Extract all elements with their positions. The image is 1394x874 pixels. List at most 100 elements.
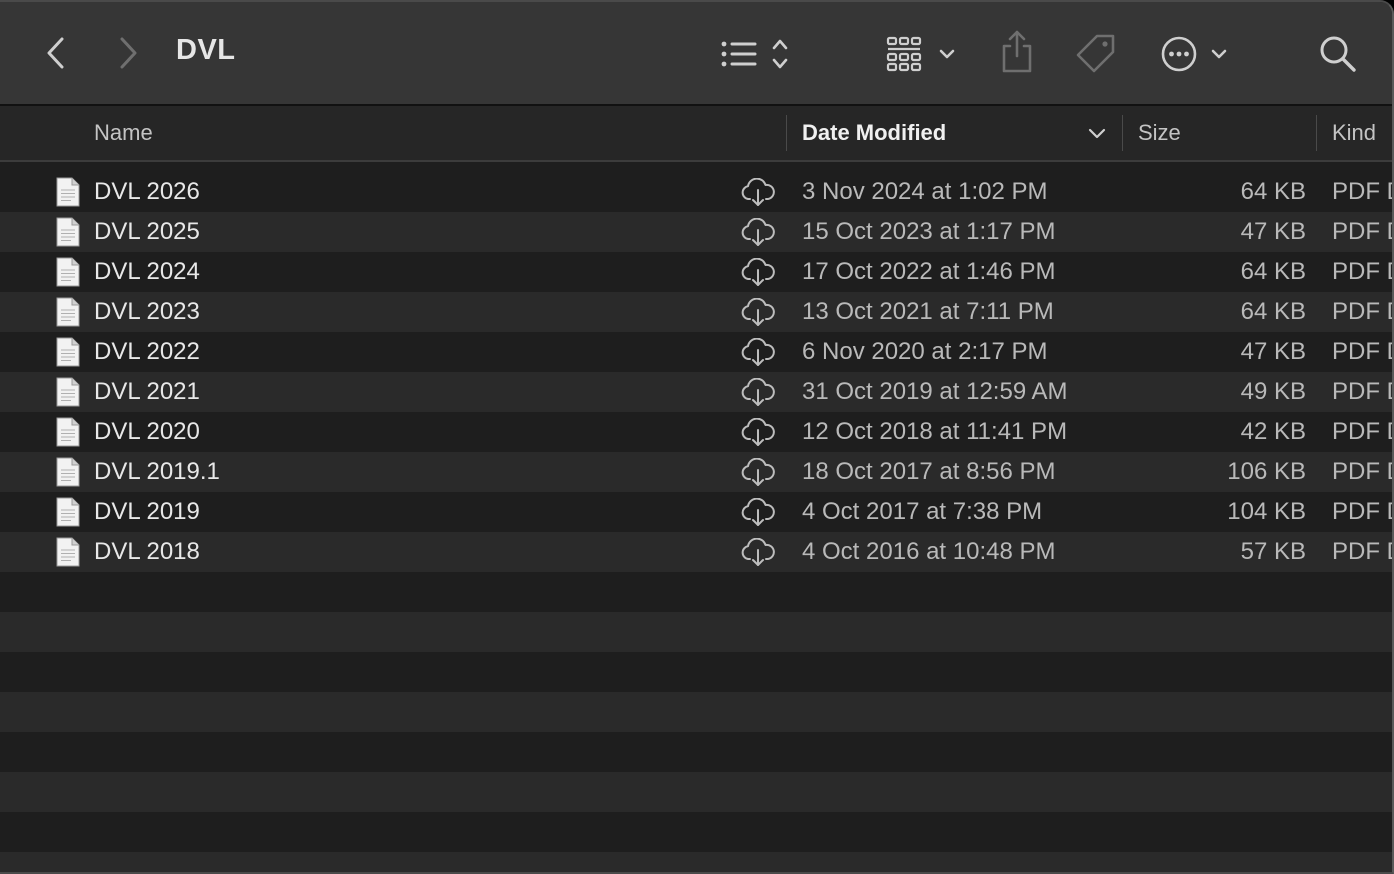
file-icon-wrapper bbox=[56, 497, 80, 532]
file-kind: PDF D bbox=[1332, 258, 1392, 285]
tag-button[interactable] bbox=[1074, 32, 1118, 76]
cloud-download-icon bbox=[741, 257, 775, 286]
column-divider[interactable] bbox=[786, 115, 787, 151]
file-kind: PDF D bbox=[1332, 298, 1392, 325]
pdf-document-icon bbox=[56, 497, 80, 527]
pdf-document-icon bbox=[56, 537, 80, 567]
file-date-modified: 17 Oct 2022 at 1:46 PM bbox=[802, 258, 1056, 285]
file-row[interactable]: DVL 2022 6 Nov 2020 at 2:17 PM 47 KB PDF D bbox=[0, 332, 1392, 372]
file-size: 47 KB bbox=[1240, 338, 1306, 365]
share-icon bbox=[1002, 30, 1032, 73]
view-options-button[interactable] bbox=[718, 36, 794, 72]
share-button[interactable] bbox=[998, 30, 1036, 74]
pdf-document-icon bbox=[56, 177, 80, 207]
ellipsis-circle-icon bbox=[1161, 36, 1227, 72]
download-button[interactable] bbox=[740, 537, 776, 573]
file-name: DVL 2019 bbox=[94, 498, 200, 525]
file-row[interactable]: DVL 2023 13 Oct 2021 at 7:11 PM 64 KB PDF D bbox=[0, 292, 1392, 332]
empty-row bbox=[0, 612, 1392, 652]
pdf-document-icon bbox=[56, 457, 80, 487]
file-name: DVL 2020 bbox=[94, 418, 200, 445]
pdf-document-icon bbox=[56, 257, 80, 287]
file-date-modified: 6 Nov 2020 at 2:17 PM bbox=[802, 338, 1048, 365]
download-button[interactable] bbox=[740, 457, 776, 493]
empty-row bbox=[0, 572, 1392, 612]
column-divider[interactable] bbox=[1316, 115, 1317, 151]
download-button[interactable] bbox=[740, 217, 776, 253]
cloud-download-icon bbox=[741, 217, 775, 246]
cloud-download-icon bbox=[741, 377, 775, 406]
file-size: 47 KB bbox=[1240, 218, 1306, 245]
empty-row bbox=[0, 692, 1392, 732]
file-date-modified: 31 Oct 2019 at 12:59 AM bbox=[802, 378, 1068, 405]
file-row[interactable]: DVL 2025 15 Oct 2023 at 1:17 PM 47 KB PDF D bbox=[0, 212, 1392, 252]
file-date-modified: 12 Oct 2018 at 11:41 PM bbox=[802, 418, 1068, 445]
column-header: Name Date Modified Size Kind bbox=[0, 106, 1392, 162]
empty-row bbox=[0, 732, 1392, 772]
file-icon-wrapper bbox=[56, 337, 80, 372]
file-size: 42 KB bbox=[1240, 418, 1306, 445]
file-row[interactable]: DVL 2026 3 Nov 2024 at 1:02 PM 64 KB PDF D bbox=[0, 172, 1392, 212]
empty-row bbox=[0, 852, 1392, 872]
file-name: DVL 2023 bbox=[94, 298, 200, 325]
download-button[interactable] bbox=[740, 377, 776, 413]
column-kind-header[interactable]: Kind bbox=[1332, 106, 1376, 160]
grid-group-icon bbox=[886, 36, 955, 72]
column-date-modified-header[interactable]: Date Modified bbox=[802, 106, 946, 160]
file-size: 104 KB bbox=[1227, 498, 1306, 525]
cloud-download-icon bbox=[741, 297, 775, 326]
download-button[interactable] bbox=[740, 337, 776, 373]
file-kind: PDF D bbox=[1332, 218, 1392, 245]
file-kind: PDF D bbox=[1332, 418, 1392, 445]
pdf-document-icon bbox=[56, 337, 80, 367]
file-name: DVL 2021 bbox=[94, 378, 200, 405]
file-row[interactable]: DVL 2021 31 Oct 2019 at 12:59 AM 49 KB PDF … bbox=[0, 372, 1392, 412]
file-row[interactable]: DVL 2019 4 Oct 2017 at 7:38 PM 104 KB PDF D bbox=[0, 492, 1392, 532]
pdf-document-icon bbox=[56, 377, 80, 407]
file-size: 57 KB bbox=[1240, 538, 1306, 565]
chevron-right-icon bbox=[120, 37, 137, 69]
file-date-modified: 13 Oct 2021 at 7:11 PM bbox=[802, 298, 1054, 325]
toolbar: DVL bbox=[0, 2, 1392, 106]
file-name: DVL 2019.1 bbox=[94, 458, 220, 485]
group-by-button[interactable] bbox=[884, 34, 960, 74]
cloud-download-icon bbox=[741, 177, 775, 206]
back-button[interactable] bbox=[40, 34, 72, 72]
file-date-modified: 4 Oct 2016 at 10:48 PM bbox=[802, 538, 1056, 565]
cloud-download-icon bbox=[741, 497, 775, 526]
file-date-modified: 15 Oct 2023 at 1:17 PM bbox=[802, 218, 1056, 245]
more-actions-button[interactable] bbox=[1160, 34, 1232, 74]
file-name: DVL 2026 bbox=[94, 178, 200, 205]
file-row[interactable]: DVL 2018 4 Oct 2016 at 10:48 PM 57 KB PDF D bbox=[0, 532, 1392, 572]
column-divider[interactable] bbox=[1122, 115, 1123, 151]
forward-button[interactable] bbox=[112, 34, 144, 72]
list-view-icon bbox=[721, 39, 788, 69]
file-kind: PDF D bbox=[1332, 378, 1392, 405]
file-icon-wrapper bbox=[56, 377, 80, 412]
pdf-document-icon bbox=[56, 297, 80, 327]
file-row[interactable]: DVL 2024 17 Oct 2022 at 1:46 PM 64 KB PDF D bbox=[0, 252, 1392, 292]
empty-row bbox=[0, 652, 1392, 692]
file-kind: PDF D bbox=[1332, 338, 1392, 365]
file-icon-wrapper bbox=[56, 257, 80, 292]
search-button[interactable] bbox=[1318, 34, 1358, 74]
sort-descending-indicator[interactable] bbox=[1088, 126, 1106, 140]
download-button[interactable] bbox=[740, 177, 776, 213]
window-title: DVL bbox=[176, 34, 236, 66]
download-button[interactable] bbox=[740, 497, 776, 533]
column-size-header[interactable]: Size bbox=[1138, 106, 1181, 160]
file-row[interactable]: DVL 2019.1 18 Oct 2017 at 8:56 PM 106 KB PD… bbox=[0, 452, 1392, 492]
file-date-modified: 3 Nov 2024 at 1:02 PM bbox=[802, 178, 1048, 205]
chevron-left-icon bbox=[47, 37, 64, 69]
file-row[interactable]: DVL 2020 12 Oct 2018 at 11:41 PM 42 KB PDF … bbox=[0, 412, 1392, 452]
column-name-header[interactable]: Name bbox=[94, 106, 153, 160]
download-button[interactable] bbox=[740, 257, 776, 293]
file-kind: PDF D bbox=[1332, 498, 1392, 525]
file-name: DVL 2022 bbox=[94, 338, 200, 365]
download-button[interactable] bbox=[740, 417, 776, 453]
file-date-modified: 18 Oct 2017 at 8:56 PM bbox=[802, 458, 1056, 485]
download-button[interactable] bbox=[740, 297, 776, 333]
file-name: DVL 2018 bbox=[94, 538, 200, 565]
file-size: 106 KB bbox=[1227, 458, 1306, 485]
search-icon bbox=[1320, 36, 1356, 72]
